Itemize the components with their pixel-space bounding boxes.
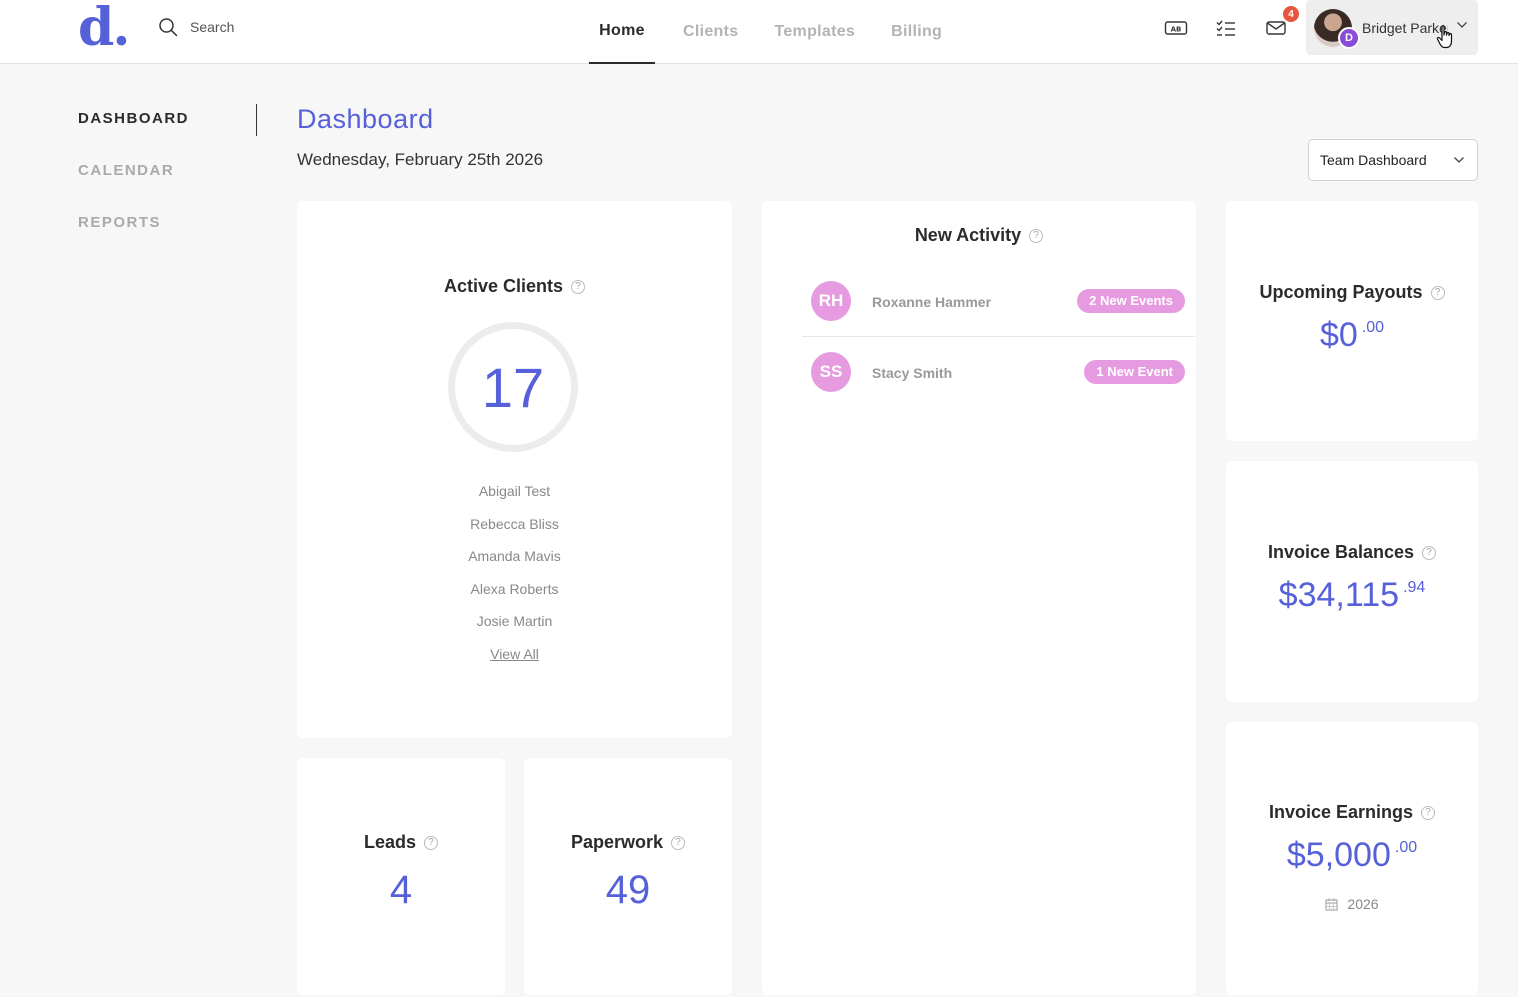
ab-icon-text: AB	[1171, 25, 1182, 33]
page-date: Wednesday, February 25th 2026	[297, 150, 544, 169]
tab-templates[interactable]: Templates	[774, 0, 855, 64]
inbox-count-badge: 4	[1283, 6, 1299, 22]
invoice-earnings-title: Invoice Earnings?	[1226, 802, 1478, 823]
help-icon[interactable]: ?	[1430, 286, 1445, 300]
invoice-balances-cents: .94	[1403, 579, 1426, 596]
tab-home[interactable]: Home	[589, 0, 655, 64]
upcoming-payouts-cents: .00	[1361, 319, 1385, 336]
paperwork-title: Paperwork?	[524, 832, 732, 853]
sidebar-item-calendar[interactable]: CALENDAR	[78, 162, 189, 179]
new-activity-title: New Activity?	[762, 225, 1196, 246]
tab-billing[interactable]: Billing	[891, 0, 942, 64]
search-icon	[159, 18, 178, 37]
main-nav: Home Clients Templates Billing	[589, 0, 942, 64]
invoice-balances-amount: $34,115.94	[1226, 576, 1478, 615]
client-list: Abigail Test Rebecca Bliss Amanda Mavis …	[297, 483, 732, 646]
avatar-badge: D	[1338, 27, 1360, 49]
mail-icon	[1266, 21, 1286, 35]
new-activity-title-text: New Activity	[914, 225, 1022, 245]
paperwork-card[interactable]: Paperwork? 49	[524, 758, 732, 995]
upcoming-payouts-amount: $0.00	[1226, 316, 1478, 355]
search-label: Search	[190, 19, 235, 35]
dashboard-select-value: Team Dashboard	[1320, 152, 1427, 168]
upcoming-payouts-title: Upcoming Payouts?	[1226, 282, 1478, 303]
help-icon[interactable]: ?	[1029, 229, 1044, 243]
upcoming-payouts-title-text: Upcoming Payouts	[1259, 282, 1423, 302]
ab-badge-icon: AB	[1164, 21, 1188, 35]
invoice-earnings-year: 2026	[1347, 896, 1379, 912]
invoice-balances-dollars: $34,115	[1278, 576, 1400, 614]
invoice-earnings-dollars: $5,000	[1286, 836, 1391, 874]
page-title: Dashboard	[297, 104, 434, 134]
help-icon[interactable]: ?	[1421, 806, 1436, 820]
tab-clients[interactable]: Clients	[683, 0, 738, 64]
client-list-item[interactable]: Rebecca Bliss	[297, 516, 732, 549]
invoice-earnings-amount: $5,000.00	[1226, 836, 1478, 875]
checklist-icon	[1216, 20, 1235, 36]
search-field[interactable]: Search	[158, 17, 234, 37]
active-clients-card: Active Clients? 17 Abigail Test Rebecca …	[297, 201, 732, 738]
dashboard-select[interactable]: Team Dashboard	[1308, 139, 1478, 181]
upcoming-payouts-card[interactable]: Upcoming Payouts? $0.00	[1226, 201, 1478, 441]
leads-title-text: Leads	[363, 832, 417, 852]
inbox-button[interactable]	[1264, 17, 1288, 39]
client-list-item[interactable]: Amanda Mavis	[297, 548, 732, 581]
help-icon[interactable]: ?	[1422, 546, 1437, 560]
new-activity-card: New Activity? RH Roxanne Hammer 2 New Ev…	[762, 201, 1196, 995]
activity-events-badge[interactable]: 1 New Event	[1084, 360, 1185, 384]
invoice-balances-title-text: Invoice Balances	[1267, 542, 1415, 562]
sidebar-item-dashboard[interactable]: DASHBOARD	[78, 110, 189, 127]
invoice-earnings-title-text: Invoice Earnings	[1268, 802, 1414, 822]
activity-avatar: SS	[811, 352, 851, 392]
invoice-earnings-year-selector[interactable]: 2026	[1226, 896, 1478, 912]
help-icon[interactable]: ?	[571, 280, 586, 294]
active-clients-title-text: Active Clients	[443, 276, 564, 296]
activity-row[interactable]: SS Stacy Smith 1 New Event	[802, 337, 1195, 408]
active-clients-count-ring: 17	[448, 322, 578, 452]
leads-count: 4	[389, 868, 413, 912]
invoice-balances-title: Invoice Balances?	[1226, 542, 1478, 563]
view-all-clients-link[interactable]: View All	[297, 646, 732, 662]
client-list-item[interactable]: Josie Martin	[297, 613, 732, 646]
sidebar-item-reports[interactable]: REPORTS	[78, 214, 189, 231]
active-clients-count: 17	[481, 355, 545, 419]
invoice-balances-card[interactable]: Invoice Balances? $34,115.94	[1226, 461, 1478, 702]
leads-title: Leads?	[297, 832, 505, 853]
activity-client-name: Roxanne Hammer	[872, 294, 992, 310]
app-logo[interactable]: d.	[78, 2, 130, 54]
leads-card[interactable]: Leads? 4	[297, 758, 505, 995]
sidebar-divider	[256, 104, 257, 136]
upcoming-payouts-dollars: $0	[1319, 316, 1358, 354]
chevron-down-icon	[1457, 22, 1467, 28]
activity-client-name: Stacy Smith	[872, 365, 953, 381]
chevron-down-icon	[1454, 157, 1464, 163]
activity-row[interactable]: RH Roxanne Hammer 2 New Events	[802, 266, 1195, 337]
activity-avatar: RH	[811, 281, 851, 321]
top-bar: d. Search Home Clients Templates Billing…	[0, 0, 1518, 64]
client-list-item[interactable]: Alexa Roberts	[297, 581, 732, 614]
paperwork-title-text: Paperwork	[570, 832, 664, 852]
calendar-icon	[1325, 898, 1338, 910]
client-list-item[interactable]: Abigail Test	[297, 483, 732, 516]
side-nav: DASHBOARD CALENDAR REPORTS	[78, 110, 189, 266]
activity-events-badge[interactable]: 2 New Events	[1077, 289, 1185, 313]
ab-icon-button[interactable]: AB	[1164, 17, 1188, 39]
help-icon[interactable]: ?	[671, 836, 686, 850]
invoice-earnings-cents: .00	[1394, 839, 1418, 856]
tasks-button[interactable]	[1214, 17, 1238, 39]
help-icon[interactable]: ?	[424, 836, 439, 850]
paperwork-count: 49	[605, 868, 651, 912]
hand-cursor-icon	[1436, 25, 1453, 49]
invoice-earnings-card[interactable]: Invoice Earnings? $5,000.00 2026	[1226, 722, 1478, 995]
active-clients-title: Active Clients?	[297, 276, 732, 297]
